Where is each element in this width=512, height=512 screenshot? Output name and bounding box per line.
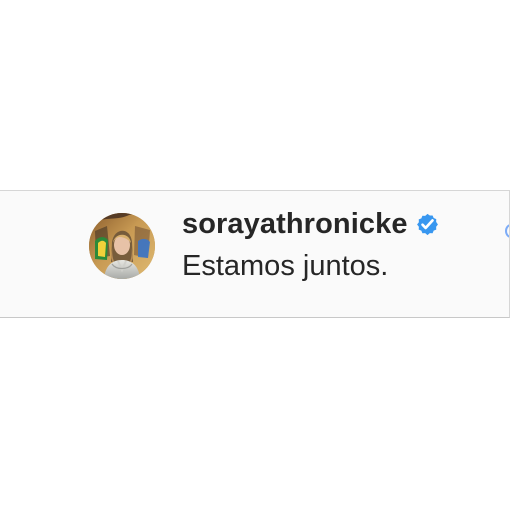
comment-text: Estamos juntos.	[182, 250, 389, 282]
cropped-icon	[505, 224, 509, 238]
username-row: sorayathronicke	[182, 209, 440, 239]
avatar[interactable]	[89, 213, 155, 279]
verified-badge-icon	[415, 212, 440, 237]
comment-card: sorayathronicke Estamos juntos.	[0, 190, 510, 318]
username-link[interactable]: sorayathronicke	[182, 209, 408, 239]
